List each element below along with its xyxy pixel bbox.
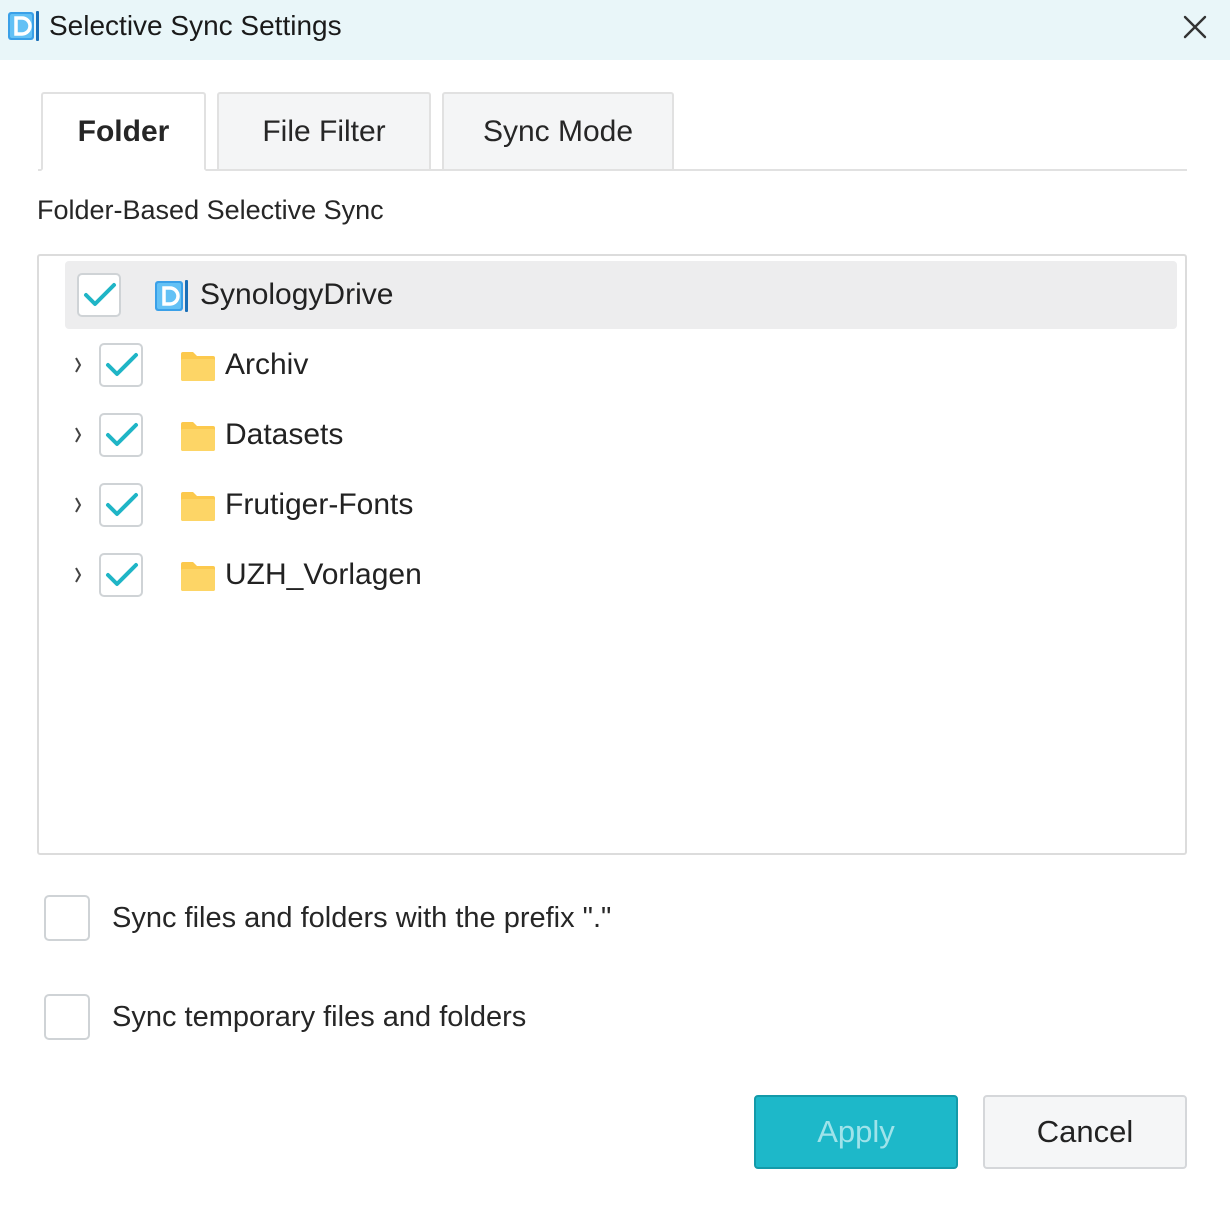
synology-drive-icon xyxy=(7,9,41,43)
folder-icon xyxy=(180,420,216,452)
dot-prefix-label: Sync files and folders with the prefix "… xyxy=(112,902,612,934)
close-icon xyxy=(1183,15,1207,39)
folder-checkbox[interactable] xyxy=(99,343,143,387)
title-bar: Selective Sync Settings xyxy=(0,0,1230,60)
expand-arrow-icon[interactable] xyxy=(72,423,84,447)
checkmark-icon xyxy=(84,283,116,306)
cancel-button[interactable]: Cancel xyxy=(983,1095,1187,1169)
checkmark-icon xyxy=(106,493,138,516)
synology-drive-icon xyxy=(154,278,190,314)
option-sync-dot-prefix[interactable]: Sync files and folders with the prefix "… xyxy=(44,895,744,941)
tree-row[interactable]: UZH_Vorlagen xyxy=(65,541,1177,609)
folder-tree: SynologyDrive Archiv Datasets Frutiger-F… xyxy=(37,254,1187,855)
folder-label: UZH_Vorlagen xyxy=(225,558,422,591)
selective-sync-dialog: Selective Sync Settings Folder File Filt… xyxy=(0,0,1230,1210)
tab-bar: Folder File Filter Sync Mode xyxy=(38,92,1187,171)
option-sync-temporary[interactable]: Sync temporary files and folders xyxy=(44,994,644,1040)
checkmark-icon xyxy=(106,563,138,586)
close-button[interactable] xyxy=(1176,8,1214,46)
root-checkbox[interactable] xyxy=(77,273,121,317)
folder-checkbox[interactable] xyxy=(99,413,143,457)
folder-checkbox[interactable] xyxy=(99,483,143,527)
expand-arrow-icon[interactable] xyxy=(72,493,84,517)
expand-arrow-icon[interactable] xyxy=(72,353,84,377)
tree-root-label: SynologyDrive xyxy=(200,278,394,311)
expand-arrow-icon[interactable] xyxy=(72,563,84,587)
folder-label: Frutiger-Fonts xyxy=(225,488,414,521)
folder-icon xyxy=(180,560,216,592)
tab-folder[interactable]: Folder xyxy=(41,92,206,171)
tree-row[interactable]: Archiv xyxy=(65,331,1177,399)
tree-row[interactable]: Frutiger-Fonts xyxy=(65,471,1177,539)
folder-checkbox[interactable] xyxy=(99,553,143,597)
tab-sync-mode[interactable]: Sync Mode xyxy=(442,92,674,171)
checkmark-icon xyxy=(106,423,138,446)
temporary-files-label: Sync temporary files and folders xyxy=(112,1001,527,1033)
folder-icon xyxy=(180,350,216,382)
tree-row[interactable]: Datasets xyxy=(65,401,1177,469)
apply-button[interactable]: Apply xyxy=(754,1095,958,1169)
dot-prefix-checkbox[interactable] xyxy=(44,895,90,941)
tree-row-root[interactable]: SynologyDrive xyxy=(65,261,1177,329)
window-title: Selective Sync Settings xyxy=(49,10,342,41)
tab-file-filter[interactable]: File Filter xyxy=(217,92,431,171)
folder-label: Datasets xyxy=(225,418,344,451)
checkmark-icon xyxy=(106,353,138,376)
folder-label: Archiv xyxy=(225,348,309,381)
section-label: Folder-Based Selective Sync xyxy=(37,195,384,225)
temporary-files-checkbox[interactable] xyxy=(44,994,90,1040)
folder-icon xyxy=(180,490,216,522)
